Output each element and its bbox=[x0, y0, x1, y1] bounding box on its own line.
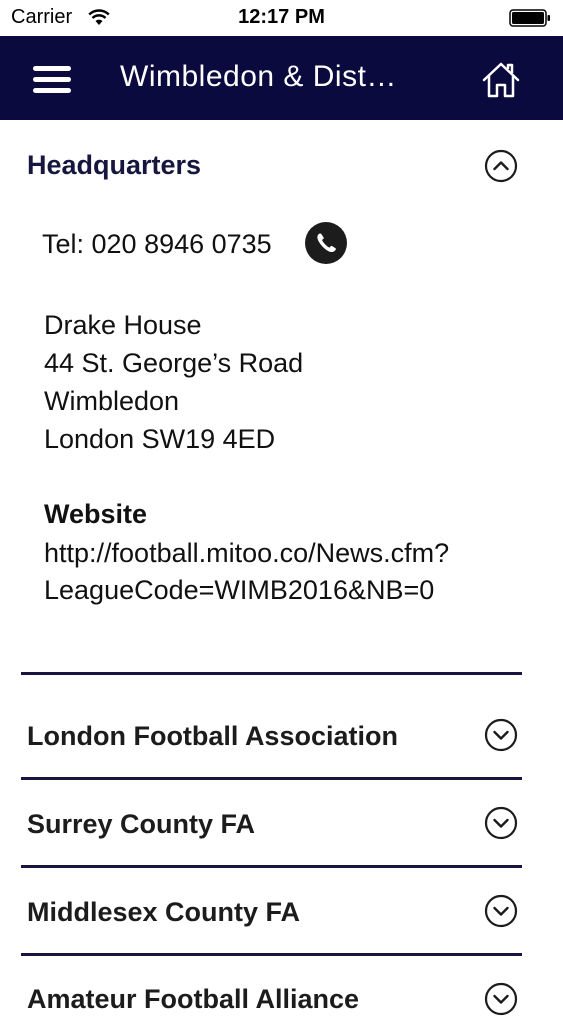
address-line: 44 St. George’s Road bbox=[44, 348, 304, 378]
address-line: Wimbledon bbox=[44, 386, 180, 416]
home-icon[interactable] bbox=[481, 60, 521, 100]
phone-icon[interactable] bbox=[304, 221, 348, 265]
headquarters-header[interactable]: Headquarters bbox=[0, 120, 563, 210]
accordion-item-middlesex-fa[interactable]: Middlesex County FA bbox=[27, 897, 300, 928]
accordion-item-london-fa[interactable]: London Football Association bbox=[27, 721, 398, 752]
page-title: Wimbledon & Dist… bbox=[120, 60, 397, 93]
address-line: London SW19 4ED bbox=[44, 424, 276, 454]
chevron-down-icon[interactable] bbox=[484, 718, 518, 752]
address-line: Drake House bbox=[44, 310, 202, 340]
website-link[interactable]: LeagueCode=WIMB2016&NB=0 bbox=[44, 575, 434, 606]
divider bbox=[21, 777, 522, 780]
telephone-number: Tel: 020 8946 0735 bbox=[42, 229, 272, 259]
divider bbox=[21, 865, 522, 868]
chevron-down-icon[interactable] bbox=[484, 894, 518, 928]
hamburger-menu-icon[interactable] bbox=[33, 66, 71, 93]
battery-icon bbox=[509, 9, 550, 27]
divider bbox=[21, 672, 522, 675]
website-link[interactable]: http://football.mitoo.co/News.cfm? bbox=[44, 538, 449, 569]
status-bar: Carrier 12:17 PM bbox=[0, 0, 563, 36]
headquarters-section: Headquarters Tel: 020 8946 0735 Drake Ho… bbox=[0, 120, 563, 605]
divider bbox=[21, 953, 522, 956]
chevron-up-icon[interactable] bbox=[484, 149, 518, 183]
accordion-item-surrey-fa[interactable]: Surrey County FA bbox=[27, 809, 255, 840]
website-label: Website bbox=[44, 499, 148, 529]
navigation-bar: Wimbledon & Dist… bbox=[0, 36, 563, 120]
chevron-down-icon[interactable] bbox=[484, 982, 518, 1016]
headquarters-title: Headquarters bbox=[27, 150, 202, 180]
chevron-down-icon[interactable] bbox=[484, 806, 518, 840]
status-time: 12:17 PM bbox=[238, 6, 325, 28]
